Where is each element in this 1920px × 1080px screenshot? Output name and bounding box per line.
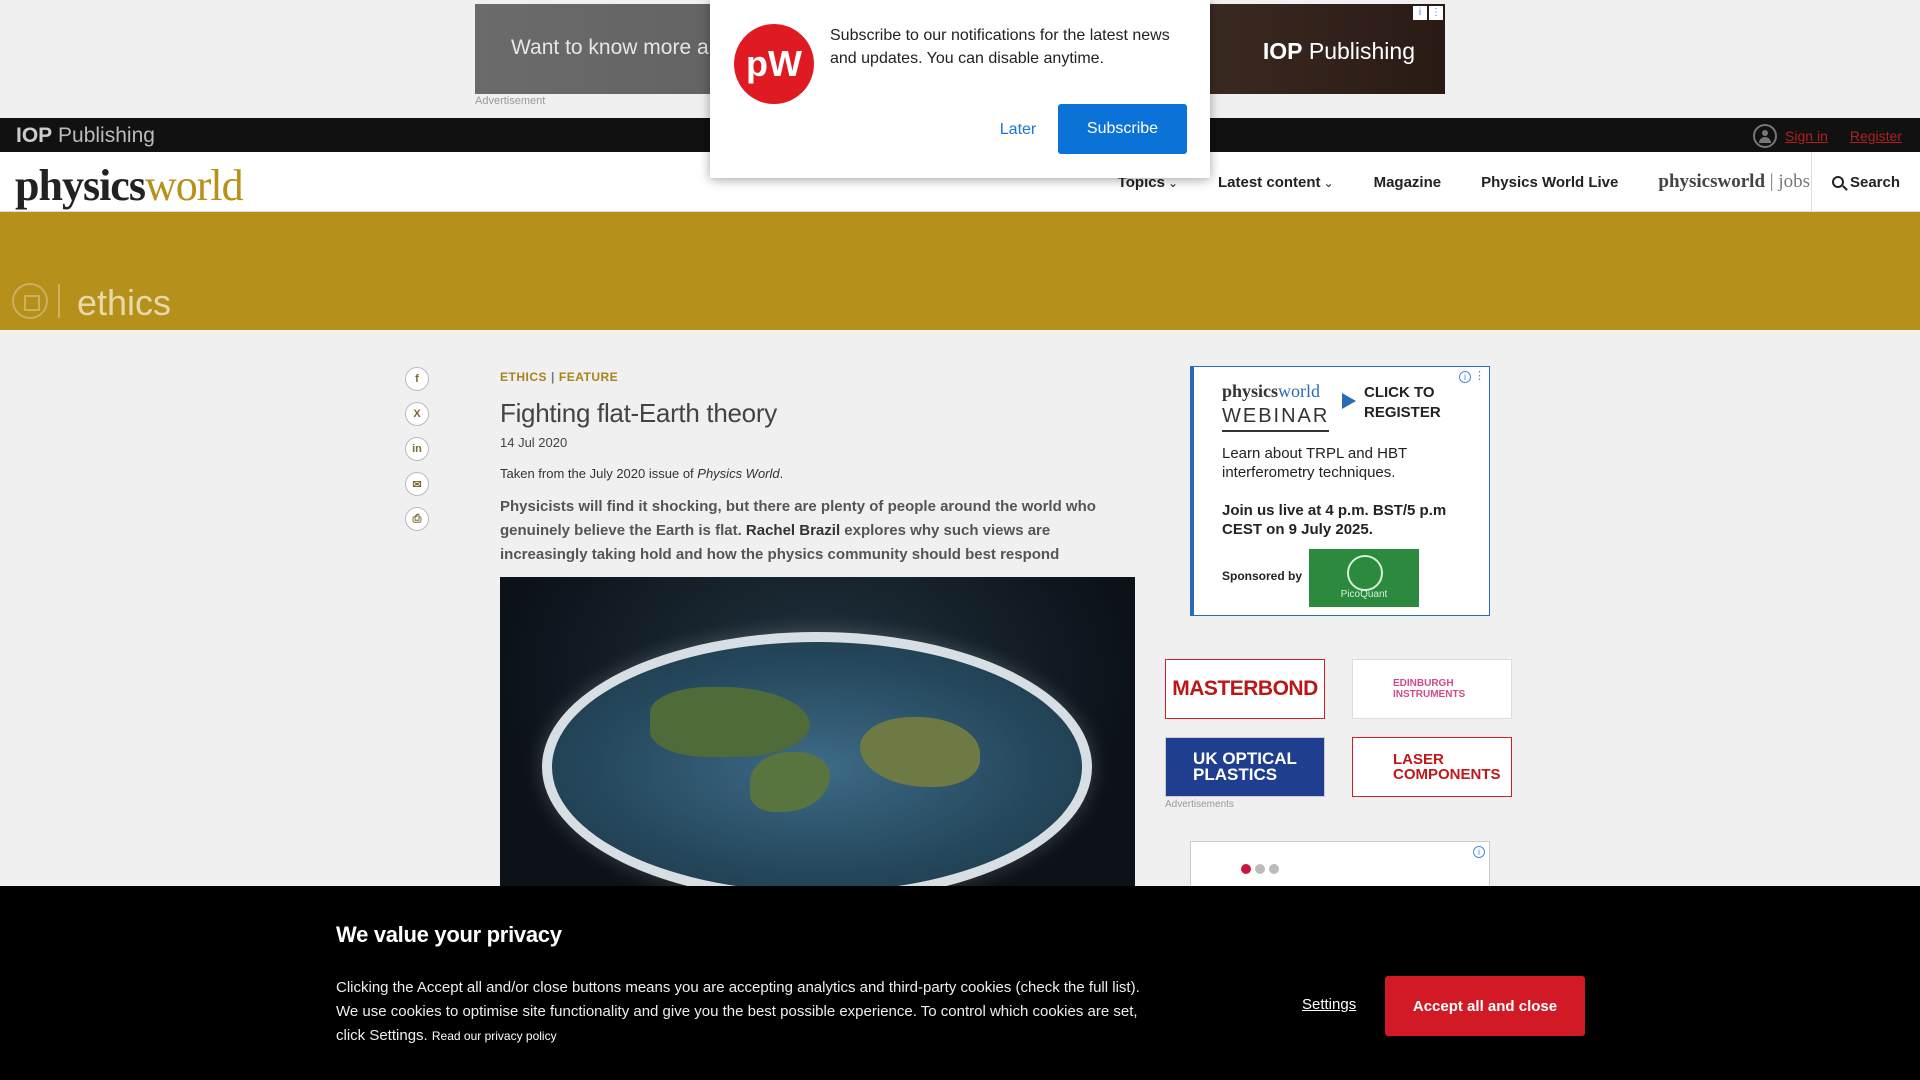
register-link[interactable]: Register — [1850, 128, 1902, 144]
crumb-ethics[interactable]: ETHICS — [500, 370, 547, 384]
sponsored-by: Sponsored by — [1222, 569, 1303, 583]
print-icon[interactable]: ⎙ — [405, 507, 429, 531]
sign-in-link[interactable]: Sign in — [1785, 128, 1828, 144]
laser-components-ad[interactable]: LASER COMPONENTS — [1352, 737, 1512, 797]
physics-world-logo[interactable]: physicsworld — [15, 160, 244, 211]
email-icon[interactable]: ✉ — [405, 472, 429, 496]
webinar-date: Join us live at 4 p.m. BST/5 p.m CEST on… — [1222, 502, 1447, 538]
webinar-cta[interactable]: CLICK TO REGISTER — [1364, 383, 1441, 423]
nav-magazine[interactable]: Magazine — [1374, 174, 1442, 191]
cookie-settings-link[interactable]: Settings — [1302, 996, 1356, 1013]
notification-text: Subscribe to our notifications for the l… — [830, 27, 1170, 67]
ad-info-icon[interactable]: i — [1413, 6, 1427, 20]
search-icon — [1831, 176, 1844, 188]
ad-options-icon[interactable]: ⋮ — [1474, 369, 1485, 382]
share-bar: f X in ✉ ⎙ — [405, 367, 429, 532]
nav-latest-content[interactable]: Latest content ⌄ — [1218, 174, 1334, 191]
hero-image-flat-earth — [500, 577, 1135, 907]
ad-info-icon[interactable]: i — [1473, 846, 1485, 858]
cookie-text: Clicking the Accept all and/or close but… — [336, 979, 1140, 1044]
subscribe-button[interactable]: Subscribe — [1058, 104, 1187, 154]
notification-prompt: pW Subscribe to our notifications for th… — [710, 0, 1210, 178]
account-links: Sign in Register — [1753, 124, 1902, 148]
author-name: Rachel Brazil — [745, 522, 841, 539]
sidebar-advertisement[interactable]: i — [1190, 841, 1490, 891]
webinar-logo: physicsworld — [1222, 381, 1321, 401]
iop-publishing-logo[interactable]: IOP Publishing — [16, 124, 155, 148]
chevron-down-icon: ⌄ — [1323, 175, 1334, 190]
privacy-policy-link[interactable]: Read our privacy policy — [432, 1029, 557, 1043]
physics-world-jobs-logo[interactable]: physicsworld | jobs — [1658, 171, 1810, 193]
ad-logo-dots — [1241, 864, 1279, 874]
sponsor-logo: PicoQuant — [1309, 549, 1419, 607]
breadcrumb: ETHICS | FEATURE — [500, 370, 619, 384]
article-date: 14 Jul 2020 — [500, 435, 568, 450]
article-lede: Physicists will find it shocking, but th… — [500, 498, 1096, 563]
play-icon — [1342, 393, 1356, 409]
ad-choices[interactable]: i ⋮ — [1413, 6, 1443, 20]
search-label: Search — [1849, 173, 1901, 191]
user-icon — [1753, 124, 1778, 148]
later-button[interactable]: Later — [968, 105, 1068, 155]
article-title: Fighting flat-Earth theory — [500, 398, 777, 428]
webinar-advertisement[interactable]: physicsworld WEBINAR CLICK TO REGISTER Le… — [1190, 366, 1490, 616]
cookie-title: We value your privacy — [336, 922, 562, 947]
top-ad-tease: Want to know more ab — [511, 36, 721, 59]
topic-divider — [58, 284, 60, 318]
edinburgh-instruments-ad[interactable]: EDINBURGH INSTRUMENTS — [1352, 659, 1512, 719]
webinar-description: Learn about TRPL and HBT interferometry … — [1222, 445, 1407, 481]
linkedin-icon[interactable]: in — [405, 437, 429, 461]
nav-physics-world-live[interactable]: Physics World Live — [1481, 174, 1618, 191]
ad-info-icon[interactable]: i — [1459, 371, 1471, 383]
nav-menu: Topics ⌄ Latest content ⌄ Magazine Physics… — [1118, 152, 1810, 212]
search-button[interactable]: Search — [1811, 152, 1920, 212]
physics-world-badge: pW — [734, 24, 814, 104]
ad-caption: Advertisement — [475, 95, 546, 107]
ad-close-icon[interactable]: ⋮ — [1429, 6, 1443, 20]
masterbond-ad[interactable]: MASTERBOND — [1165, 659, 1325, 719]
article: ETHICS | FEATURE Fighting flat-Earth theor… — [500, 370, 1135, 907]
article-source: Taken from the July 2020 issue of Physic… — [500, 466, 784, 481]
topic-title: ethics — [77, 282, 172, 323]
webinar-word: WEBINAR — [1222, 405, 1330, 432]
topic-banner: ethics — [0, 212, 1920, 330]
uk-optical-plastics-ad[interactable]: UK OPTICAL PLASTICS — [1165, 737, 1325, 797]
top-ad-brand: IOP Publishing — [1262, 38, 1415, 64]
facebook-icon[interactable]: f — [405, 367, 429, 391]
x-icon[interactable]: X — [405, 402, 429, 426]
ads-caption: Advertisements — [1165, 799, 1234, 810]
crumb-feature[interactable]: FEATURE — [559, 370, 618, 384]
accept-all-button[interactable]: Accept all and close — [1385, 976, 1585, 1036]
topic-icon — [12, 283, 48, 319]
cookie-banner: We value your privacy Clicking the Accep… — [0, 886, 1920, 1080]
